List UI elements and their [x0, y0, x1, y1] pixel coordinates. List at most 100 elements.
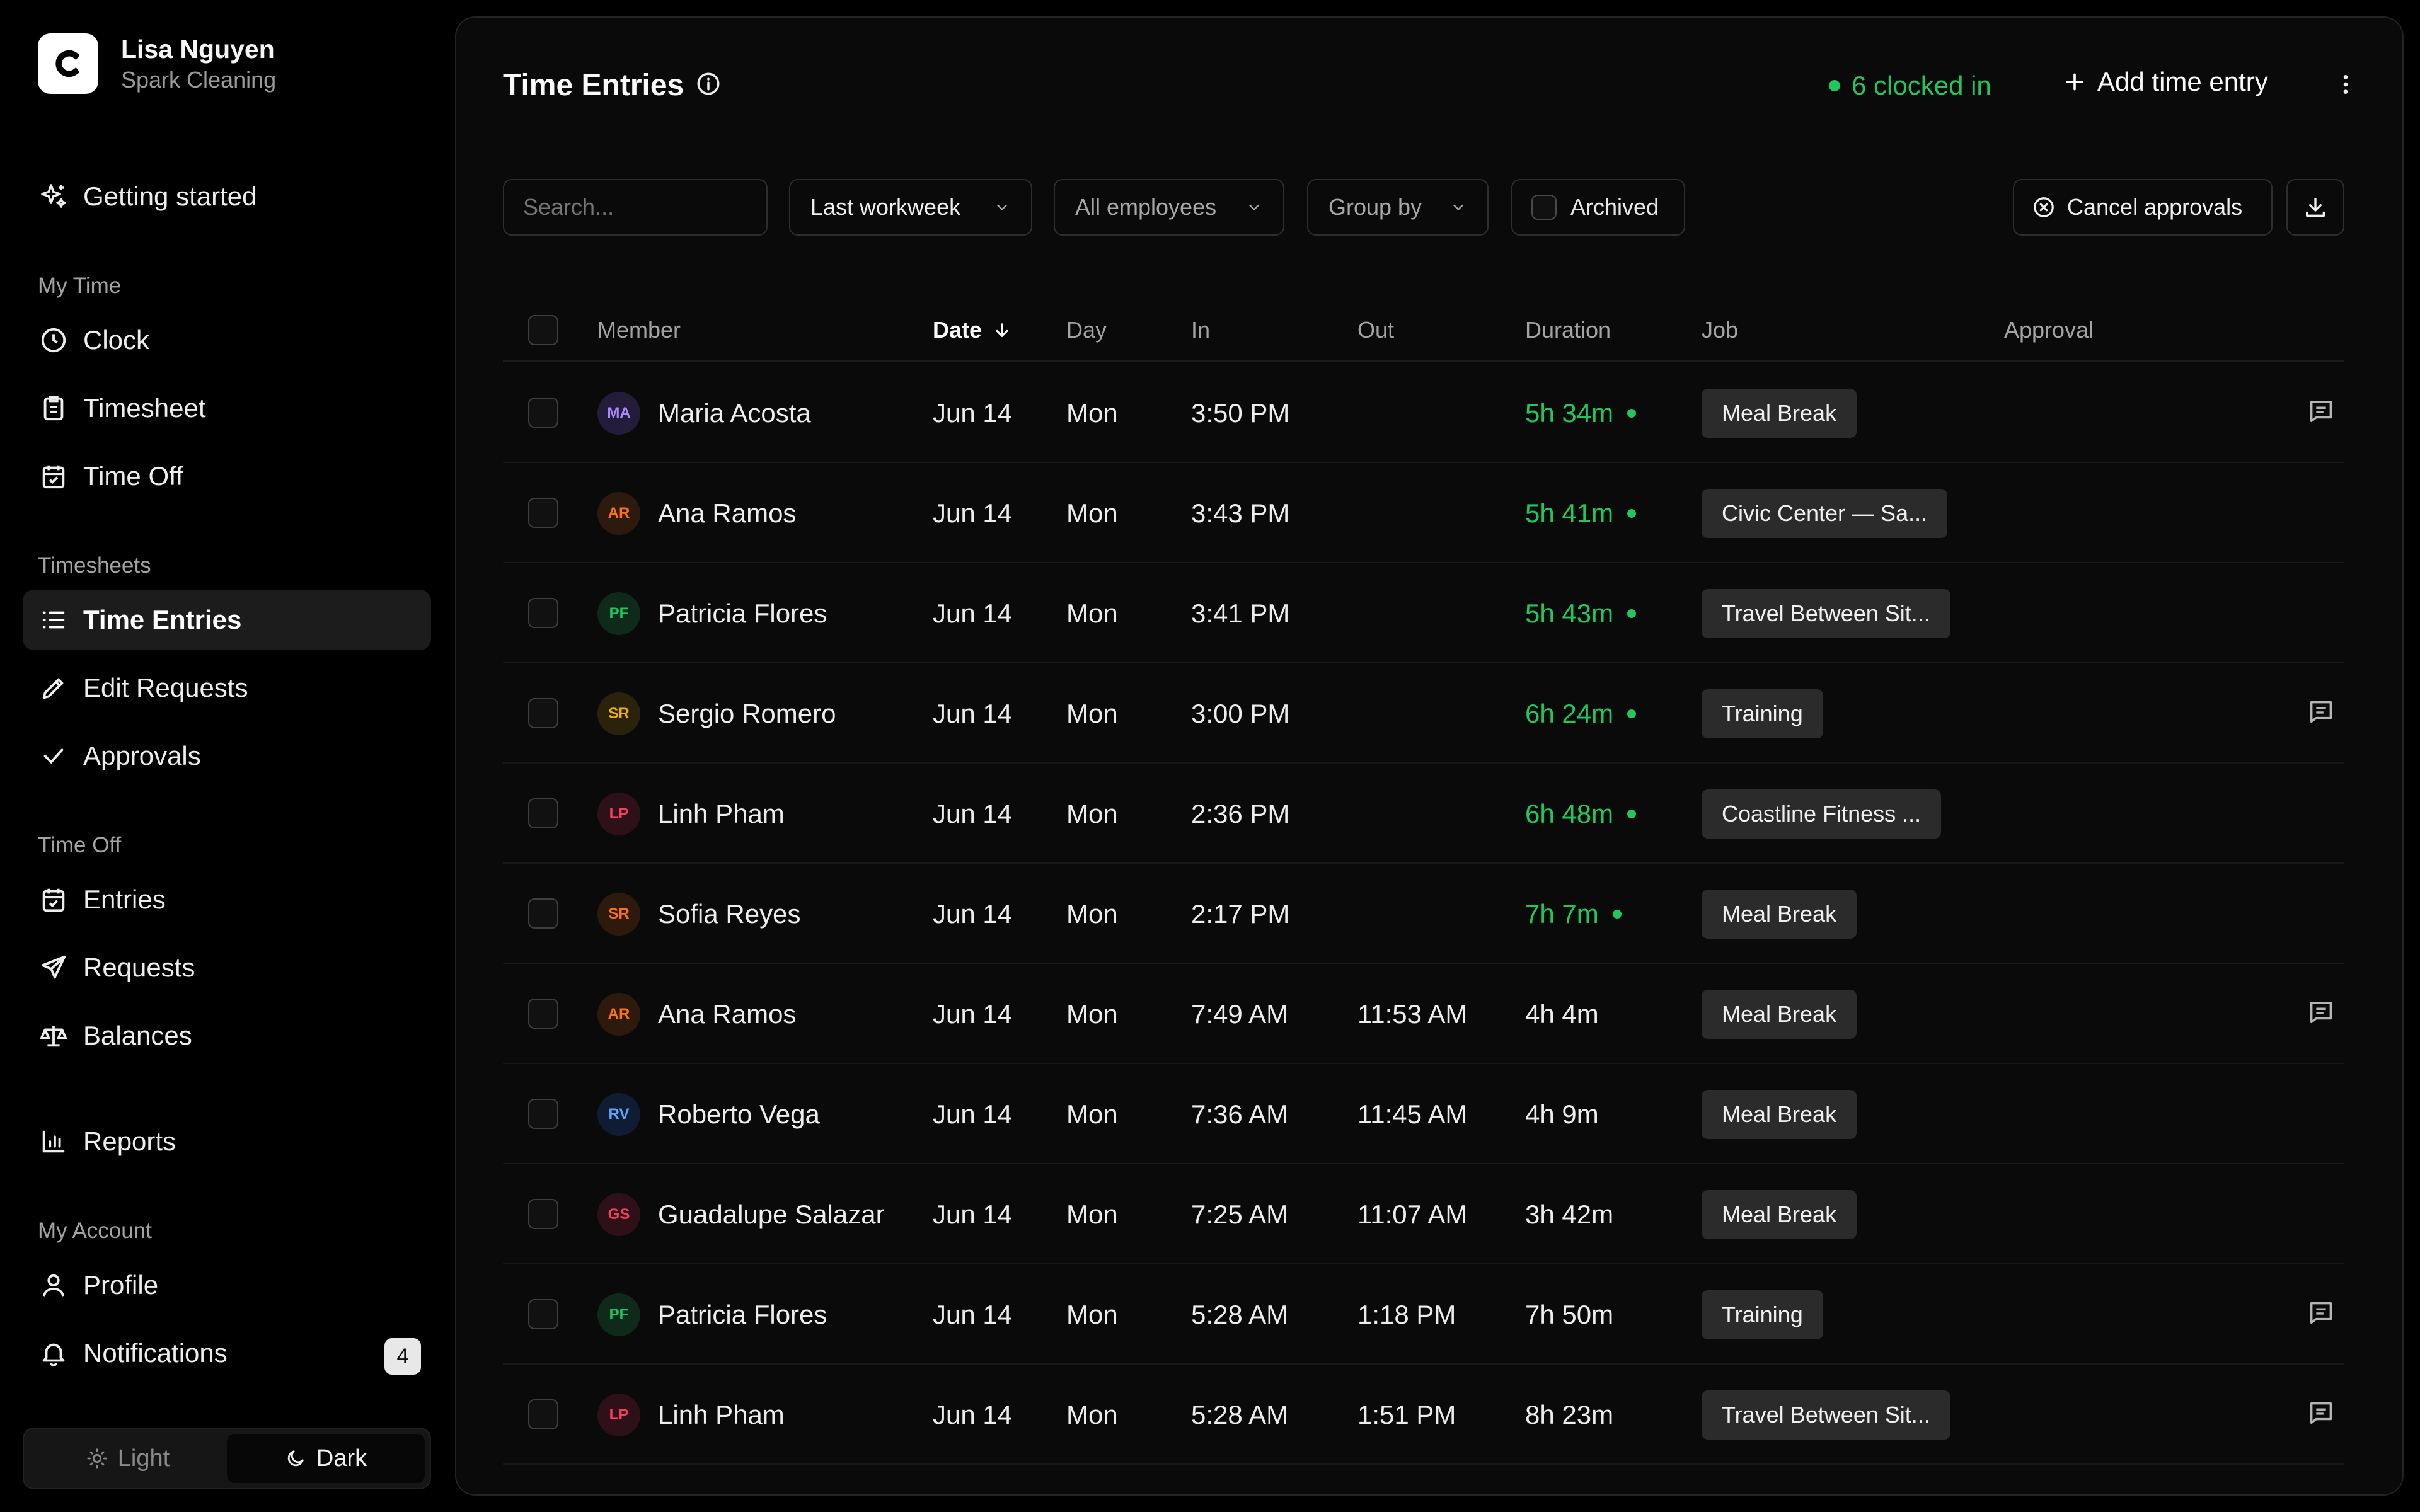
- member-name[interactable]: Sofia Reyes: [658, 899, 800, 929]
- table-row[interactable]: PF Patricia Flores Jun 14 Mon 5:28 AM 1:…: [503, 1264, 2344, 1365]
- member-name[interactable]: Linh Pham: [658, 799, 785, 829]
- job-tag[interactable]: Meal Break: [1702, 1089, 1857, 1139]
- row-checkbox[interactable]: [528, 798, 558, 828]
- job-tag[interactable]: Meal Break: [1702, 1189, 1857, 1239]
- nav-timesheet[interactable]: Timesheet: [23, 378, 431, 438]
- column-member[interactable]: Member: [597, 299, 681, 362]
- member-name[interactable]: Ana Ramos: [658, 999, 796, 1029]
- select-all-checkbox[interactable]: [528, 315, 558, 345]
- nav-time-off-balances[interactable]: Balances: [23, 1005, 431, 1066]
- download-button[interactable]: [2286, 179, 2344, 236]
- add-time-entry-button[interactable]: Add time entry: [2062, 67, 2268, 97]
- theme-dark-button[interactable]: Dark: [227, 1434, 425, 1483]
- member-name[interactable]: Maria Acosta: [658, 398, 811, 428]
- column-approval[interactable]: Approval: [2004, 299, 2094, 362]
- job-tag[interactable]: Civic Center — Sa...: [1702, 488, 1948, 538]
- member-name[interactable]: Ana Ramos: [658, 498, 796, 529]
- comment-icon[interactable]: [2307, 697, 2336, 730]
- column-duration[interactable]: Duration: [1525, 299, 1611, 362]
- table-row[interactable]: LP Linh Pham Jun 14 Mon 2:36 PM 6h 48m C…: [503, 764, 2344, 864]
- duration-value: 5h 43m: [1525, 598, 1614, 628]
- clocked-in-status[interactable]: 6 clocked in: [1829, 71, 1991, 101]
- table-row[interactable]: SR Sofia Reyes Jun 14 Mon 2:17 PM 7h 7m …: [503, 864, 2344, 964]
- member-cell: GS Guadalupe Salazar: [597, 1164, 885, 1264]
- member-name[interactable]: Patricia Flores: [658, 598, 827, 629]
- job-tag[interactable]: Coastline Fitness ...: [1702, 789, 1942, 839]
- user-name: Lisa Nguyen: [121, 35, 275, 64]
- nav-notifications[interactable]: Notifications 4: [23, 1323, 431, 1383]
- comment-icon[interactable]: [2307, 1298, 2336, 1331]
- nav-clock[interactable]: Clock: [23, 310, 431, 370]
- member-name[interactable]: Sergio Romero: [658, 699, 836, 729]
- send-icon: [38, 952, 69, 983]
- nav-reports[interactable]: Reports: [23, 1111, 431, 1172]
- job-tag[interactable]: Travel Between Sit...: [1702, 588, 1950, 638]
- row-checkbox[interactable]: [528, 1299, 558, 1329]
- account-switcher[interactable]: Lisa Nguyen Spark Cleaning: [38, 33, 276, 94]
- member-name[interactable]: Roberto Vega: [658, 1099, 820, 1130]
- column-out[interactable]: Out: [1357, 299, 1394, 362]
- nav-time-off-requests[interactable]: Requests: [23, 937, 431, 998]
- comment-icon[interactable]: [2307, 397, 2336, 429]
- table-row[interactable]: PF Patricia Flores Jun 14 Mon 3:41 PM 5h…: [503, 563, 2344, 663]
- clock-out-cell: 11:53 AM: [1357, 999, 1468, 1029]
- nav-time-off-entries[interactable]: Entries: [23, 869, 431, 930]
- table-row[interactable]: GS Guadalupe Salazar Jun 14 Mon 7:25 AM …: [503, 1164, 2344, 1264]
- group-by-dropdown[interactable]: Group by: [1307, 179, 1489, 236]
- nav-time-off-personal[interactable]: Time Off: [23, 446, 431, 507]
- column-job[interactable]: Job: [1702, 299, 1738, 362]
- column-in[interactable]: In: [1191, 299, 1210, 362]
- search-input[interactable]: [523, 194, 750, 220]
- table-row[interactable]: AR Ana Ramos Jun 14 Mon 3:43 PM 5h 41m C…: [503, 463, 2344, 563]
- table-row[interactable]: LP Linh Pham Jun 14 Mon 5:28 AM 1:51 PM …: [503, 1365, 2344, 1465]
- nav-time-entries[interactable]: Time Entries: [23, 590, 431, 650]
- day-cell: Mon: [1066, 798, 1118, 828]
- table-row[interactable]: MA Maria Acosta Jun 14 Mon 3:50 PM 5h 34…: [503, 363, 2344, 463]
- row-checkbox[interactable]: [528, 698, 558, 728]
- duration-value: 3h 42m: [1525, 1199, 1614, 1229]
- row-checkbox[interactable]: [528, 898, 558, 929]
- job-cell: Training: [1702, 663, 1823, 764]
- nav-approvals[interactable]: Approvals: [23, 726, 431, 786]
- member-cell: AR Ana Ramos: [597, 964, 796, 1064]
- more-options-icon[interactable]: [2333, 71, 2358, 101]
- comment-icon[interactable]: [2307, 1399, 2336, 1431]
- table-row[interactable]: AR Ana Ramos Jun 14 Mon 7:49 AM 11:53 AM…: [503, 964, 2344, 1064]
- row-checkbox[interactable]: [528, 598, 558, 628]
- employees-dropdown[interactable]: All employees: [1054, 179, 1284, 236]
- day-cell: Mon: [1066, 398, 1118, 428]
- row-checkbox[interactable]: [528, 498, 558, 528]
- job-tag[interactable]: Training: [1702, 689, 1823, 738]
- row-checkbox[interactable]: [528, 398, 558, 428]
- job-tag[interactable]: Meal Break: [1702, 388, 1857, 438]
- nav-getting-started[interactable]: Getting started: [23, 166, 431, 227]
- nav-edit-requests[interactable]: Edit Requests: [23, 658, 431, 718]
- theme-light-button[interactable]: Light: [29, 1434, 227, 1483]
- info-icon[interactable]: [695, 71, 722, 100]
- member-name[interactable]: Patricia Flores: [658, 1300, 827, 1330]
- column-date[interactable]: Date: [933, 299, 1012, 362]
- job-tag[interactable]: Meal Break: [1702, 889, 1857, 939]
- row-checkbox[interactable]: [528, 1399, 558, 1429]
- archived-checkbox[interactable]: [1531, 195, 1557, 220]
- job-tag[interactable]: Travel Between Sit...: [1702, 1390, 1950, 1440]
- nav-profile[interactable]: Profile: [23, 1255, 431, 1315]
- row-checkbox[interactable]: [528, 1099, 558, 1129]
- comment-icon[interactable]: [2307, 998, 2336, 1030]
- job-tag[interactable]: Meal Break: [1702, 989, 1857, 1039]
- job-tag[interactable]: Training: [1702, 1290, 1823, 1339]
- table-row[interactable]: SR Sergio Romero Jun 14 Mon 3:00 PM 6h 2…: [503, 663, 2344, 764]
- date-range-dropdown[interactable]: Last workweek: [789, 179, 1032, 236]
- column-day[interactable]: Day: [1066, 299, 1107, 362]
- cancel-approvals-button[interactable]: Cancel approvals: [2013, 179, 2273, 236]
- table-row[interactable]: RV Roberto Vega Jun 14 Mon 7:36 AM 11:45…: [503, 1064, 2344, 1164]
- archived-toggle[interactable]: Archived: [1511, 179, 1685, 236]
- member-name[interactable]: Guadalupe Salazar: [658, 1200, 885, 1230]
- active-dot: [1627, 709, 1637, 718]
- company-logo: [38, 33, 98, 94]
- row-checkbox[interactable]: [528, 999, 558, 1029]
- row-checkbox[interactable]: [528, 1199, 558, 1229]
- member-name[interactable]: Linh Pham: [658, 1400, 785, 1430]
- duration-value: 5h 41m: [1525, 498, 1614, 528]
- theme-toggle: Light Dark: [23, 1428, 431, 1489]
